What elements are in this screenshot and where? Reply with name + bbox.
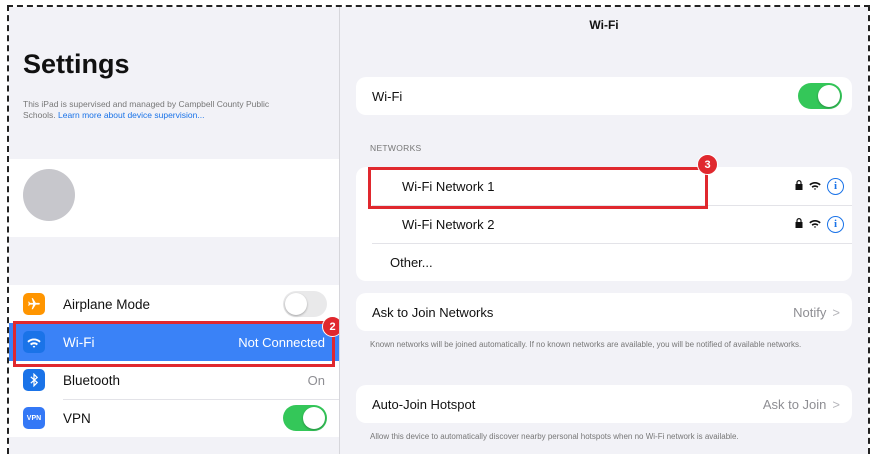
wifi-toggle-card: Wi-Fi: [356, 77, 852, 115]
auto-join-hotspot-row[interactable]: Auto-Join Hotspot Ask to Join >: [356, 385, 852, 423]
toggle-knob: [818, 85, 840, 107]
sidebar-item-label: Bluetooth: [63, 372, 121, 388]
toggle-knob: [285, 293, 307, 315]
chevron-right-icon: >: [832, 396, 840, 412]
bluetooth-icon: [23, 369, 45, 391]
screenshot-frame: Settings This iPad is supervised and man…: [7, 5, 870, 454]
other-network-label: Other...: [390, 254, 433, 270]
page-title: Wi-Fi: [589, 18, 619, 32]
sidebar-item-label: Airplane Mode: [63, 296, 151, 312]
auto-join-hotspot-value-text: Ask to Join: [762, 396, 827, 412]
supervision-note: This iPad is supervised and managed by C…: [23, 99, 293, 121]
ask-to-join-note: Known networks will be joined automatica…: [370, 340, 802, 349]
network-name: Wi-Fi Network 2: [402, 216, 495, 232]
ask-to-join-value-text: Notify: [793, 304, 827, 320]
info-icon[interactable]: i: [827, 177, 844, 195]
sidebar-item-label: VPN: [63, 410, 91, 426]
wifi-toggle[interactable]: [798, 83, 842, 109]
wifi-detail-panel: Wi-Fi Wi-Fi NETWORKS Wi-Fi Network 1 i W…: [339, 7, 868, 454]
annotation-badge-3: 3: [697, 154, 718, 175]
wifi-signal-icon: [809, 215, 821, 233]
network-row-other[interactable]: Other...: [356, 243, 852, 281]
wifi-toggle-row: Wi-Fi: [356, 77, 852, 115]
annotation-box-network-1: [368, 167, 708, 209]
sidebar-item-vpn[interactable]: VPN VPN: [9, 399, 339, 437]
wifi-signal-icon: [809, 177, 821, 195]
lock-icon: [795, 215, 803, 233]
ask-to-join-row[interactable]: Ask to Join Networks Notify >: [356, 293, 852, 331]
airplane-icon: [23, 293, 45, 315]
network-status-icons: i: [795, 215, 844, 233]
bluetooth-status-value: On: [307, 372, 325, 388]
ask-to-join-label: Ask to Join Networks: [372, 304, 494, 320]
auto-join-hotspot-label: Auto-Join Hotspot: [372, 396, 476, 412]
auto-join-hotspot-value: Ask to Join >: [763, 397, 840, 412]
auto-join-hotspot-note: Allow this device to automatically disco…: [370, 432, 739, 441]
info-icon[interactable]: i: [827, 215, 844, 233]
network-row-2[interactable]: Wi-Fi Network 2 i: [356, 205, 852, 243]
sidebar-item-airplane-mode[interactable]: Airplane Mode: [9, 285, 339, 323]
ask-to-join-value: Notify >: [793, 305, 840, 320]
profile-row[interactable]: [9, 159, 339, 237]
chevron-right-icon: >: [832, 304, 840, 320]
airplane-mode-toggle[interactable]: [283, 291, 327, 317]
annotation-box-wifi: [13, 321, 335, 367]
network-status-icons: i: [795, 177, 844, 195]
settings-sidebar: Settings This iPad is supervised and man…: [9, 7, 343, 454]
networks-section-header: NETWORKS: [370, 143, 422, 153]
wifi-row-label: Wi-Fi: [372, 88, 403, 104]
supervision-learn-more-link[interactable]: Learn more about device supervision...: [58, 110, 204, 120]
toggle-knob: [303, 407, 325, 429]
vpn-toggle[interactable]: [283, 405, 327, 431]
ask-to-join-card: Ask to Join Networks Notify >: [356, 293, 852, 331]
auto-join-hotspot-card: Auto-Join Hotspot Ask to Join >: [356, 385, 852, 423]
sidebar-title: Settings: [23, 49, 130, 79]
vpn-icon: VPN: [23, 407, 45, 429]
avatar: [23, 169, 75, 221]
lock-icon: [795, 177, 803, 195]
